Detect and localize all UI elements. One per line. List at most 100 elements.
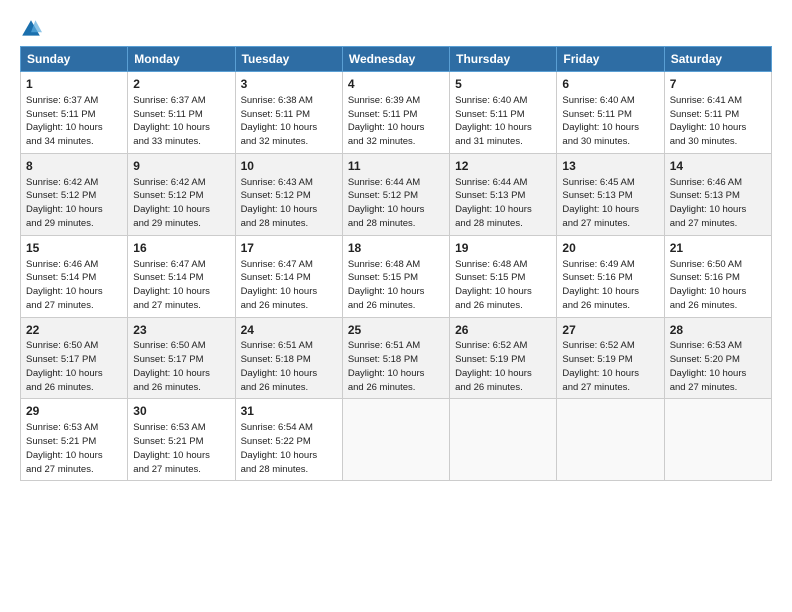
col-friday: Friday [557, 47, 664, 72]
calendar-cell: 14Sunrise: 6:46 AM Sunset: 5:13 PM Dayli… [664, 153, 771, 235]
calendar-week-5: 29Sunrise: 6:53 AM Sunset: 5:21 PM Dayli… [21, 399, 772, 481]
day-info: Sunrise: 6:50 AM Sunset: 5:17 PM Dayligh… [26, 339, 122, 394]
calendar-cell: 19Sunrise: 6:48 AM Sunset: 5:15 PM Dayli… [450, 235, 557, 317]
calendar-cell: 25Sunrise: 6:51 AM Sunset: 5:18 PM Dayli… [342, 317, 449, 399]
day-number: 2 [133, 76, 229, 93]
day-number: 30 [133, 403, 229, 420]
day-info: Sunrise: 6:40 AM Sunset: 5:11 PM Dayligh… [562, 94, 658, 149]
calendar-cell: 28Sunrise: 6:53 AM Sunset: 5:20 PM Dayli… [664, 317, 771, 399]
calendar-cell: 26Sunrise: 6:52 AM Sunset: 5:19 PM Dayli… [450, 317, 557, 399]
day-number: 29 [26, 403, 122, 420]
logo [20, 18, 44, 40]
day-info: Sunrise: 6:40 AM Sunset: 5:11 PM Dayligh… [455, 94, 551, 149]
page: Sunday Monday Tuesday Wednesday Thursday… [0, 0, 792, 612]
calendar-cell: 10Sunrise: 6:43 AM Sunset: 5:12 PM Dayli… [235, 153, 342, 235]
calendar-cell: 4Sunrise: 6:39 AM Sunset: 5:11 PM Daylig… [342, 72, 449, 154]
day-info: Sunrise: 6:39 AM Sunset: 5:11 PM Dayligh… [348, 94, 444, 149]
day-number: 3 [241, 76, 337, 93]
day-info: Sunrise: 6:37 AM Sunset: 5:11 PM Dayligh… [26, 94, 122, 149]
col-wednesday: Wednesday [342, 47, 449, 72]
day-number: 21 [670, 240, 766, 257]
calendar-cell: 9Sunrise: 6:42 AM Sunset: 5:12 PM Daylig… [128, 153, 235, 235]
day-info: Sunrise: 6:52 AM Sunset: 5:19 PM Dayligh… [455, 339, 551, 394]
day-info: Sunrise: 6:38 AM Sunset: 5:11 PM Dayligh… [241, 94, 337, 149]
day-number: 14 [670, 158, 766, 175]
day-info: Sunrise: 6:53 AM Sunset: 5:21 PM Dayligh… [133, 421, 229, 476]
day-number: 19 [455, 240, 551, 257]
day-info: Sunrise: 6:47 AM Sunset: 5:14 PM Dayligh… [241, 258, 337, 313]
calendar-cell: 3Sunrise: 6:38 AM Sunset: 5:11 PM Daylig… [235, 72, 342, 154]
day-info: Sunrise: 6:53 AM Sunset: 5:21 PM Dayligh… [26, 421, 122, 476]
col-monday: Monday [128, 47, 235, 72]
day-info: Sunrise: 6:45 AM Sunset: 5:13 PM Dayligh… [562, 176, 658, 231]
day-number: 9 [133, 158, 229, 175]
day-info: Sunrise: 6:50 AM Sunset: 5:16 PM Dayligh… [670, 258, 766, 313]
calendar-cell: 17Sunrise: 6:47 AM Sunset: 5:14 PM Dayli… [235, 235, 342, 317]
calendar-week-4: 22Sunrise: 6:50 AM Sunset: 5:17 PM Dayli… [21, 317, 772, 399]
day-number: 26 [455, 322, 551, 339]
calendar-cell: 1Sunrise: 6:37 AM Sunset: 5:11 PM Daylig… [21, 72, 128, 154]
day-info: Sunrise: 6:51 AM Sunset: 5:18 PM Dayligh… [348, 339, 444, 394]
day-number: 4 [348, 76, 444, 93]
day-number: 23 [133, 322, 229, 339]
day-number: 20 [562, 240, 658, 257]
calendar-cell: 13Sunrise: 6:45 AM Sunset: 5:13 PM Dayli… [557, 153, 664, 235]
day-number: 5 [455, 76, 551, 93]
calendar-cell: 8Sunrise: 6:42 AM Sunset: 5:12 PM Daylig… [21, 153, 128, 235]
day-number: 24 [241, 322, 337, 339]
day-info: Sunrise: 6:41 AM Sunset: 5:11 PM Dayligh… [670, 94, 766, 149]
day-number: 6 [562, 76, 658, 93]
col-saturday: Saturday [664, 47, 771, 72]
calendar-week-2: 8Sunrise: 6:42 AM Sunset: 5:12 PM Daylig… [21, 153, 772, 235]
day-info: Sunrise: 6:37 AM Sunset: 5:11 PM Dayligh… [133, 94, 229, 149]
day-info: Sunrise: 6:53 AM Sunset: 5:20 PM Dayligh… [670, 339, 766, 394]
header-row: Sunday Monday Tuesday Wednesday Thursday… [21, 47, 772, 72]
day-info: Sunrise: 6:44 AM Sunset: 5:13 PM Dayligh… [455, 176, 551, 231]
day-number: 12 [455, 158, 551, 175]
day-info: Sunrise: 6:42 AM Sunset: 5:12 PM Dayligh… [133, 176, 229, 231]
day-number: 8 [26, 158, 122, 175]
calendar-cell: 16Sunrise: 6:47 AM Sunset: 5:14 PM Dayli… [128, 235, 235, 317]
calendar-cell: 2Sunrise: 6:37 AM Sunset: 5:11 PM Daylig… [128, 72, 235, 154]
col-thursday: Thursday [450, 47, 557, 72]
calendar-cell: 11Sunrise: 6:44 AM Sunset: 5:12 PM Dayli… [342, 153, 449, 235]
day-info: Sunrise: 6:51 AM Sunset: 5:18 PM Dayligh… [241, 339, 337, 394]
calendar-cell: 5Sunrise: 6:40 AM Sunset: 5:11 PM Daylig… [450, 72, 557, 154]
calendar-cell: 22Sunrise: 6:50 AM Sunset: 5:17 PM Dayli… [21, 317, 128, 399]
col-tuesday: Tuesday [235, 47, 342, 72]
day-number: 31 [241, 403, 337, 420]
calendar-week-1: 1Sunrise: 6:37 AM Sunset: 5:11 PM Daylig… [21, 72, 772, 154]
day-info: Sunrise: 6:50 AM Sunset: 5:17 PM Dayligh… [133, 339, 229, 394]
day-info: Sunrise: 6:43 AM Sunset: 5:12 PM Dayligh… [241, 176, 337, 231]
day-number: 17 [241, 240, 337, 257]
logo-icon [20, 18, 42, 40]
calendar-cell: 31Sunrise: 6:54 AM Sunset: 5:22 PM Dayli… [235, 399, 342, 481]
calendar-cell: 6Sunrise: 6:40 AM Sunset: 5:11 PM Daylig… [557, 72, 664, 154]
calendar-cell: 24Sunrise: 6:51 AM Sunset: 5:18 PM Dayli… [235, 317, 342, 399]
day-number: 13 [562, 158, 658, 175]
day-info: Sunrise: 6:48 AM Sunset: 5:15 PM Dayligh… [455, 258, 551, 313]
day-number: 11 [348, 158, 444, 175]
day-number: 28 [670, 322, 766, 339]
day-info: Sunrise: 6:52 AM Sunset: 5:19 PM Dayligh… [562, 339, 658, 394]
col-sunday: Sunday [21, 47, 128, 72]
calendar-cell: 12Sunrise: 6:44 AM Sunset: 5:13 PM Dayli… [450, 153, 557, 235]
day-number: 10 [241, 158, 337, 175]
calendar-cell: 30Sunrise: 6:53 AM Sunset: 5:21 PM Dayli… [128, 399, 235, 481]
calendar-cell: 15Sunrise: 6:46 AM Sunset: 5:14 PM Dayli… [21, 235, 128, 317]
day-info: Sunrise: 6:48 AM Sunset: 5:15 PM Dayligh… [348, 258, 444, 313]
day-info: Sunrise: 6:42 AM Sunset: 5:12 PM Dayligh… [26, 176, 122, 231]
calendar-cell: 7Sunrise: 6:41 AM Sunset: 5:11 PM Daylig… [664, 72, 771, 154]
day-number: 27 [562, 322, 658, 339]
day-number: 7 [670, 76, 766, 93]
calendar-week-3: 15Sunrise: 6:46 AM Sunset: 5:14 PM Dayli… [21, 235, 772, 317]
calendar-cell [342, 399, 449, 481]
day-number: 16 [133, 240, 229, 257]
header [20, 18, 772, 40]
day-number: 15 [26, 240, 122, 257]
calendar-cell: 23Sunrise: 6:50 AM Sunset: 5:17 PM Dayli… [128, 317, 235, 399]
calendar-cell: 29Sunrise: 6:53 AM Sunset: 5:21 PM Dayli… [21, 399, 128, 481]
calendar-cell: 18Sunrise: 6:48 AM Sunset: 5:15 PM Dayli… [342, 235, 449, 317]
day-info: Sunrise: 6:47 AM Sunset: 5:14 PM Dayligh… [133, 258, 229, 313]
day-info: Sunrise: 6:54 AM Sunset: 5:22 PM Dayligh… [241, 421, 337, 476]
